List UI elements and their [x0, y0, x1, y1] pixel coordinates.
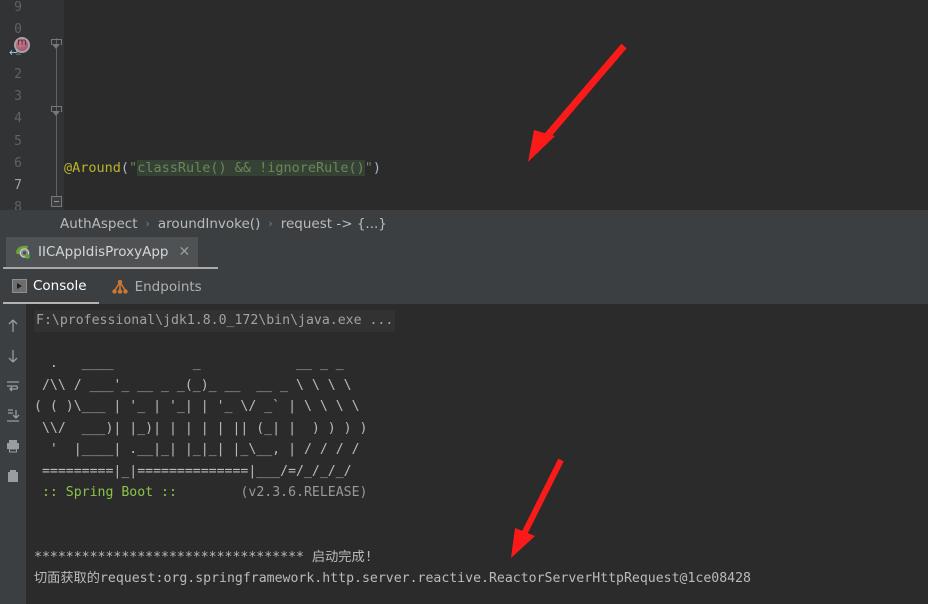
spring-boot-version: (v2.3.6.RELEASE) — [240, 485, 368, 500]
spring-banner-line: ( ( )\___ | '_ | '_| | '_ \/ _` | \ \ \ … — [34, 399, 360, 414]
aspect-request-output: 切面获取的request:org.springframework.http.se… — [34, 571, 751, 586]
quote: " — [129, 159, 138, 176]
console-output[interactable]: F:\professional\jdk1.8.0_172\bin\java.ex… — [26, 304, 928, 604]
console-command-line: F:\professional\jdk1.8.0_172\bin\java.ex… — [34, 310, 396, 332]
spring-boot-leaf-icon — [14, 244, 32, 260]
fold-guide-line — [56, 38, 57, 206]
spring-banner-line: ' |____| .__|_| |_|_| |_\__, | / / / / — [34, 442, 360, 457]
spring-banner-line: . ____ _ __ _ _ — [34, 356, 344, 371]
code-line-around-annotation[interactable]: @Around("classRule() && !ignoreRule()") — [64, 157, 928, 179]
line-number: 6 — [14, 156, 22, 171]
endpoints-icon — [111, 279, 129, 295]
line-number: 4 — [14, 111, 22, 126]
chevron-right-icon: › — [145, 217, 150, 230]
line-number: 8 — [14, 200, 22, 210]
run-tool-window-tabs: IICAppIdisProxyApp ✕ — [0, 237, 928, 269]
spring-banner-line: \\/ ___)| |_)| | | | | || (_| | ) ) ) ) — [34, 420, 368, 436]
breadcrumb-item-method[interactable]: aroundInvoke() — [156, 216, 262, 232]
chevron-right-icon: › — [268, 217, 273, 230]
clear-all-icon[interactable] — [5, 468, 21, 484]
around-pointcut-string: classRule() && !ignoreRule() — [137, 159, 365, 176]
run-tab-iicappidisproxyapp[interactable]: IICAppIdisProxyApp ✕ — [6, 237, 199, 269]
breadcrumb-item-lambda[interactable]: request -> {...} — [279, 216, 389, 232]
paren: ( — [120, 159, 130, 176]
fold-marker-method[interactable] — [51, 39, 62, 50]
line-number: 2 — [14, 67, 22, 82]
startup-complete-text: 启动完成! — [303, 549, 373, 565]
spring-boot-label: :: Spring Boot :: — [41, 485, 177, 500]
editor-fold-column[interactable] — [50, 0, 64, 210]
tab-endpoints[interactable]: Endpoints — [99, 269, 214, 304]
console-panel: F:\professional\jdk1.8.0_172\bin\java.ex… — [0, 304, 928, 604]
soft-wrap-icon[interactable] — [5, 378, 21, 394]
run-play-icon — [12, 278, 27, 293]
editor-code-area[interactable]: @Around("classRule() && !ignoreRule()") … — [64, 0, 928, 210]
line-number: 9 — [14, 0, 22, 15]
annotation-token: @Around — [64, 159, 121, 176]
tab-endpoints-label: Endpoints — [134, 278, 202, 295]
left-edge-strip — [0, 237, 3, 604]
console-side-toolbar — [0, 304, 26, 604]
breadcrumb[interactable]: AuthAspect › aroundInvoke() › request ->… — [0, 210, 928, 237]
line-number: 5 — [14, 134, 22, 149]
quote: " — [364, 159, 373, 176]
paren: ) — [372, 159, 382, 176]
fold-marker-lambda[interactable] — [51, 106, 62, 117]
spring-banner-line: /\\ / ___'_ __ _ _(_)_ __ __ _ \ \ \ \ — [34, 377, 352, 393]
run-tab-label: IICAppIdisProxyApp — [38, 244, 169, 260]
scroll-down-icon[interactable] — [5, 348, 21, 364]
code-editor[interactable]: 9 0 1 2 3 4 5 6 7 8 ↩ @Around("classRule… — [0, 0, 928, 210]
breadcrumb-item-class[interactable]: AuthAspect — [58, 216, 140, 232]
console-tool-tabs: Console Endpoints — [0, 269, 928, 304]
close-icon[interactable]: ✕ — [178, 245, 190, 259]
line-number: 3 — [14, 89, 22, 104]
tab-console-label: Console — [33, 277, 87, 294]
idea-window: 9 0 1 2 3 4 5 6 7 8 ↩ @Around("classRule… — [0, 0, 928, 604]
fold-marker-if[interactable] — [51, 196, 62, 207]
scroll-up-icon[interactable] — [5, 318, 21, 334]
editor-gutter[interactable]: 9 0 1 2 3 4 5 6 7 8 ↩ — [0, 0, 50, 210]
startup-stars: ********************************** — [34, 549, 304, 565]
scroll-to-end-icon[interactable] — [5, 408, 21, 424]
line-number-current: 7 — [14, 178, 22, 193]
tab-console[interactable]: Console — [0, 269, 99, 304]
print-icon[interactable] — [5, 438, 21, 454]
spring-banner-line: =========|_|==============|___/=/_/_/_/ — [34, 463, 352, 479]
